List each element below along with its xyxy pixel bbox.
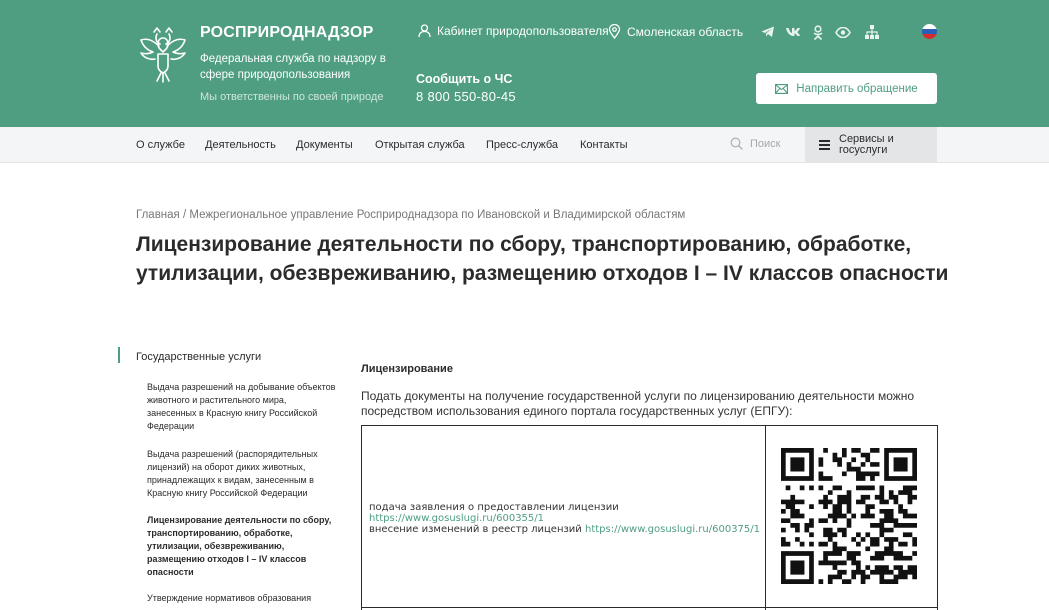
main-nav: О службе Деятельность Документы Открытая… (0, 127, 1049, 163)
telegram-icon[interactable] (760, 24, 776, 40)
nav-item-documents[interactable]: Документы (296, 139, 353, 151)
sidebar-item-wildlife-licenses[interactable]: Выдача разрешений (распорядительных лице… (147, 448, 337, 500)
nav-item-activity[interactable]: Деятельность (205, 139, 276, 151)
region-selector[interactable]: Смоленская область (608, 24, 743, 39)
send-appeal-button[interactable]: Направить обращение (756, 73, 937, 104)
page-title: Лицензирование деятельности по сбору, тр… (136, 233, 949, 285)
registry-change-link[interactable]: https://www.gosuslugi.ru/600375/1 (585, 524, 760, 535)
intro-paragraph: Подать документы на получение государств… (361, 389, 915, 418)
brand-subtitle: Федеральная служба по надзору в сфере пр… (200, 53, 386, 81)
breadcrumb-current[interactable]: Межрегиональное управление Росприроднадз… (189, 209, 685, 221)
russian-flag-icon[interactable] (922, 24, 937, 39)
table-cell-links: подача заявления о предоставлении лиценз… (369, 502, 764, 535)
envelope-icon (775, 83, 789, 94)
send-appeal-label: Направить обращение (796, 82, 918, 95)
emblem-logo-icon[interactable] (136, 22, 190, 84)
sidebar-item-red-book-permits[interactable]: Выдача разрешений на добывание объектов … (147, 381, 337, 433)
table-row-border (362, 607, 937, 608)
epgu-links-table: подача заявления о предоставлении лиценз… (361, 425, 938, 610)
search-icon (730, 137, 743, 150)
breadcrumb: Главная / Межрегиональное управление Рос… (136, 209, 685, 221)
accessibility-eye-icon[interactable] (835, 24, 851, 40)
brand-title[interactable]: РОСПРИРОДНАДЗОР (200, 24, 373, 42)
nav-item-contacts[interactable]: Контакты (580, 139, 628, 151)
emergency-label: Сообщить о ЧС (416, 72, 513, 86)
section-heading: Лицензирование (361, 363, 453, 375)
user-icon (418, 24, 431, 38)
emergency-phone[interactable]: 8 800 550-80-45 (416, 89, 516, 104)
breadcrumb-home[interactable]: Главная (136, 209, 180, 221)
search-field[interactable]: Поиск (730, 137, 780, 150)
region-label: Смоленская область (627, 24, 744, 39)
sidebar-item-waste-norms[interactable]: Утверждение нормативов образования (147, 592, 337, 605)
cabinet-link-label: Кабинет природопользователя (437, 24, 609, 38)
sidebar-active-marker (118, 347, 120, 363)
site-header: РОСПРИРОДНАДЗОР Федеральная служба по на… (0, 0, 1049, 127)
nav-item-about[interactable]: О службе (136, 139, 185, 151)
vk-icon[interactable] (785, 24, 801, 40)
application-text: подача заявления о предоставлении лиценз… (369, 502, 619, 513)
nav-item-press[interactable]: Пресс-служба (486, 139, 558, 151)
brand-slogan: Мы ответственны по своей природе (200, 91, 384, 103)
nav-item-open-service[interactable]: Открытая служба (375, 139, 465, 151)
table-divider (765, 426, 766, 610)
services-label: Сервисы и госуслуги (839, 133, 894, 156)
cabinet-link[interactable]: Кабинет природопользователя (418, 24, 609, 38)
location-pin-icon (608, 24, 621, 39)
qr-code-icon[interactable] (781, 448, 917, 584)
application-link[interactable]: https://www.gosuslugi.ru/600355/1 (369, 513, 544, 524)
sidebar-section-state-services[interactable]: Государственные услуги (136, 351, 261, 363)
registry-change-text: внесение изменений в реестр лицензий (369, 524, 582, 535)
search-placeholder: Поиск (750, 137, 781, 150)
menu-icon (819, 138, 830, 153)
breadcrumb-separator: / (179, 209, 190, 221)
social-links (760, 24, 860, 40)
odnoklassniki-icon[interactable] (810, 24, 826, 40)
services-button[interactable]: Сервисы и госуслуги (805, 127, 937, 163)
sitemap-icon[interactable] (864, 24, 880, 40)
sidebar-item-waste-licensing[interactable]: Лицензирование деятельности по сбору, тр… (147, 514, 337, 579)
